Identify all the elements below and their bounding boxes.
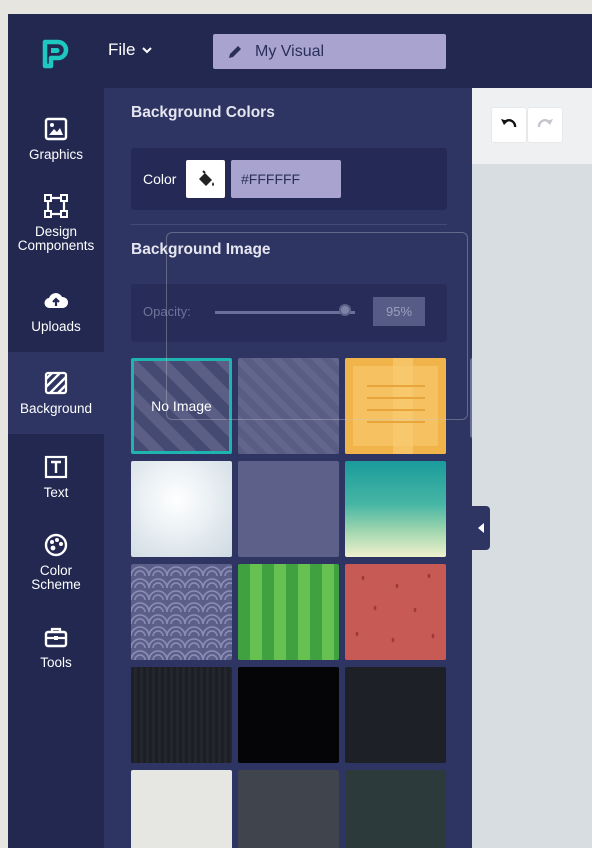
image-icon: [44, 117, 68, 141]
section-divider: [131, 224, 447, 225]
left-sidebar: Graphics Design Components Uploads Backg…: [8, 88, 104, 848]
background-tile-dark-teal[interactable]: [345, 770, 446, 848]
background-tile-dark-wood[interactable]: [131, 667, 232, 763]
background-tile-white-glow[interactable]: [131, 461, 232, 557]
background-tile-diagonal-stripes[interactable]: [238, 358, 339, 454]
sidebar-item-label: Design Components: [17, 224, 95, 253]
sidebar-item-tools[interactable]: Tools: [8, 606, 104, 688]
components-icon: [44, 194, 68, 218]
cloud-upload-icon: [44, 293, 69, 309]
background-tile-off-white[interactable]: [131, 770, 232, 848]
sidebar-item-label: Text: [43, 485, 69, 500]
sidebar-item-color-scheme[interactable]: Color Scheme: [8, 518, 104, 606]
opacity-slider-handle[interactable]: [339, 304, 351, 316]
no-image-label: No Image: [151, 398, 212, 414]
seed-pattern: [355, 573, 435, 643]
hex-color-input[interactable]: [231, 160, 341, 198]
color-card: Color: [131, 148, 447, 210]
opacity-card: Opacity: 95%: [131, 284, 447, 342]
collapse-panel-button[interactable]: [472, 506, 490, 550]
document-title: My Visual: [255, 42, 325, 60]
sidebar-item-label: Graphics: [28, 147, 84, 162]
document-title-field[interactable]: My Visual: [213, 34, 446, 69]
paint-bucket-icon: [198, 170, 214, 186]
opacity-value[interactable]: 95%: [373, 297, 425, 326]
crate-pattern: [345, 358, 446, 454]
app-window: File My Visual Graphics Design Component…: [8, 14, 592, 848]
undo-button[interactable]: [492, 108, 526, 142]
text-icon: [44, 455, 68, 479]
sidebar-item-design-components[interactable]: Design Components: [8, 180, 104, 266]
pencil-icon: [229, 45, 241, 58]
redo-button[interactable]: [528, 108, 562, 142]
background-panel: Background Colors Color Background Image…: [104, 88, 475, 848]
canvas-area: [472, 88, 592, 848]
background-tile-charcoal[interactable]: [345, 667, 446, 763]
opacity-slider-track[interactable]: [215, 311, 355, 314]
sidebar-item-uploads[interactable]: Uploads: [8, 270, 104, 352]
background-tile-dark-grey[interactable]: [238, 770, 339, 848]
palette-icon: [44, 533, 68, 557]
file-menu[interactable]: File: [108, 40, 153, 60]
background-tile-watermelon[interactable]: [345, 564, 446, 660]
sidebar-item-graphics[interactable]: Graphics: [8, 98, 104, 180]
sidebar-item-background[interactable]: Background: [8, 352, 104, 434]
sidebar-item-label: Tools: [40, 655, 72, 670]
chevron-down-icon: [142, 47, 153, 54]
background-image-title: Background Image: [131, 241, 271, 258]
sidebar-item-label: Background: [19, 401, 93, 416]
hatch-pattern-icon: [44, 371, 68, 395]
canvas-toolbar: [472, 88, 592, 164]
background-colors-title: Background Colors: [131, 104, 275, 121]
background-tile-wood-crate[interactable]: [345, 358, 446, 454]
top-bar: File My Visual: [8, 14, 592, 88]
background-tile-slate[interactable]: [238, 461, 339, 557]
app-logo-icon[interactable]: [38, 36, 72, 70]
file-menu-label: File: [108, 40, 136, 59]
color-swatch-button[interactable]: [186, 160, 225, 198]
opacity-label: Opacity:: [143, 304, 191, 319]
caret-left-icon: [478, 523, 484, 533]
wave-pattern: [131, 564, 232, 660]
background-tile-black[interactable]: [238, 667, 339, 763]
sidebar-item-label: Color Scheme: [31, 563, 81, 592]
background-tile-green-stripes[interactable]: [238, 564, 339, 660]
background-tile-wave-pattern[interactable]: [131, 564, 232, 660]
background-image-grid: No Image: [131, 358, 449, 848]
no-image-tile[interactable]: No Image: [131, 358, 232, 454]
redo-icon: [537, 119, 553, 128]
color-label: Color: [143, 171, 177, 187]
background-tile-teal-gradient[interactable]: [345, 461, 446, 557]
sidebar-item-text[interactable]: Text: [8, 436, 104, 518]
sidebar-item-label: Uploads: [31, 319, 81, 334]
toolbox-icon: [44, 627, 68, 648]
undo-icon: [501, 119, 517, 128]
